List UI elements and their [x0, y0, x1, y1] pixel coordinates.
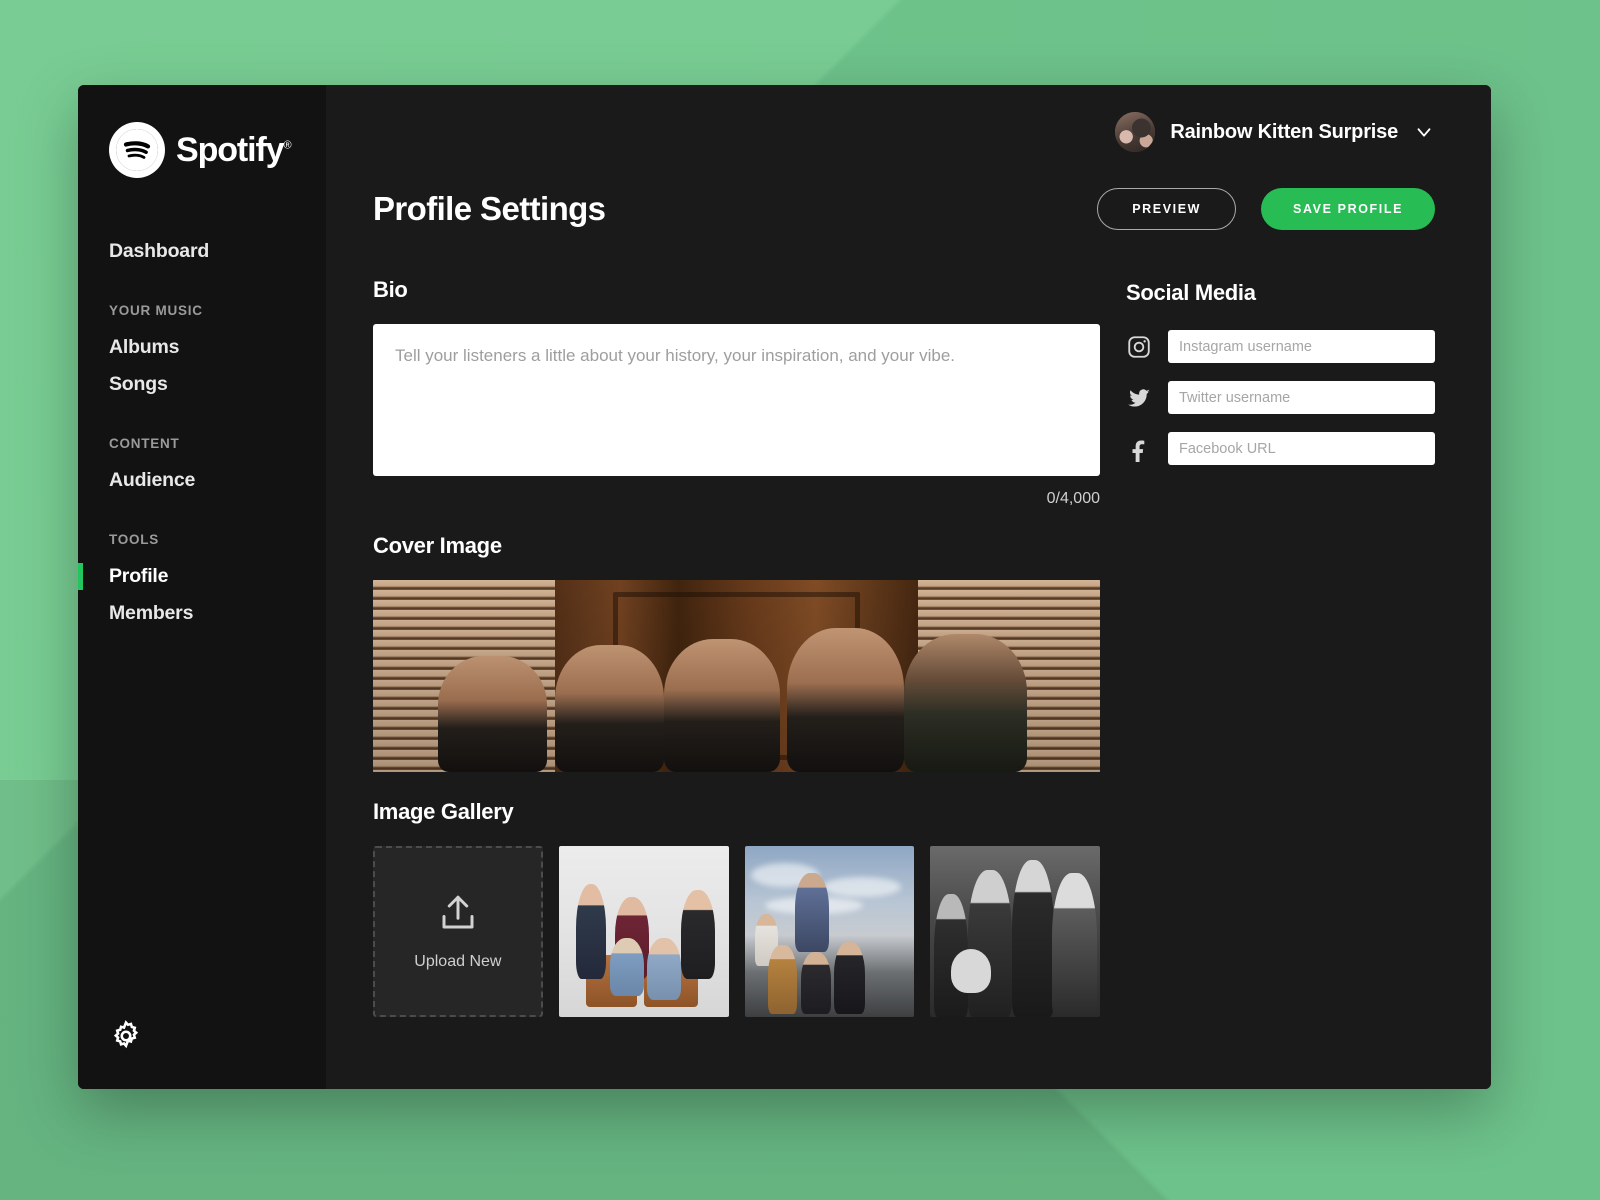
sidebar-footer [109, 1019, 143, 1053]
sidebar-nav: Dashboard YOUR MUSIC Albums Songs CONTEN… [78, 178, 326, 632]
sidebar-item-members[interactable]: Members [78, 595, 326, 632]
list-item[interactable] [558, 846, 729, 1017]
save-profile-button[interactable]: SAVE PROFILE [1261, 188, 1435, 230]
page-header: Profile Settings PREVIEW SAVE PROFILE [373, 152, 1491, 230]
sidebar-item-dashboard[interactable]: Dashboard [78, 233, 326, 270]
bio-section-title: Bio [373, 277, 408, 302]
spotify-logo[interactable]: Spotify® [78, 85, 326, 178]
gear-icon[interactable] [109, 1019, 143, 1053]
spotify-mark-icon [109, 122, 165, 178]
bio-textarea[interactable] [373, 324, 1100, 476]
social-row-instagram [1126, 330, 1435, 363]
social-row-facebook [1126, 432, 1435, 465]
social-fields [1126, 330, 1435, 465]
sidebar-item-songs[interactable]: Songs [78, 366, 326, 403]
upload-icon [437, 892, 479, 939]
social-row-twitter [1126, 381, 1435, 414]
preview-button[interactable]: PREVIEW [1097, 188, 1237, 230]
chevron-down-icon[interactable] [1413, 121, 1435, 143]
left-column: Bio 0/4,000 Cover Image Image Gallery [373, 277, 1101, 1017]
main-content: Rainbow Kitten Surprise Profile Settings… [326, 85, 1491, 1089]
header-actions: PREVIEW SAVE PROFILE [1097, 188, 1435, 230]
bio-character-counter: 0/4,000 [1046, 490, 1100, 507]
image-gallery-section-title: Image Gallery [373, 799, 514, 824]
settings-body: Bio 0/4,000 Cover Image Image Gallery [373, 230, 1491, 1017]
sidebar-item-albums[interactable]: Albums [78, 329, 326, 366]
account-name: Rainbow Kitten Surprise [1170, 120, 1398, 143]
cover-image[interactable] [373, 580, 1100, 772]
app-window: Spotify® Dashboard YOUR MUSIC Albums Son… [78, 85, 1491, 1089]
account-switcher[interactable]: Rainbow Kitten Surprise [1115, 112, 1435, 152]
topbar: Rainbow Kitten Surprise [373, 85, 1491, 152]
page-title: Profile Settings [373, 190, 606, 227]
social-media-panel: Social Media [1126, 277, 1435, 1017]
upload-new-label: Upload New [414, 953, 502, 970]
sidebar-group-tools: TOOLS [109, 532, 160, 547]
twitter-input[interactable] [1168, 381, 1435, 414]
sidebar: Spotify® Dashboard YOUR MUSIC Albums Son… [78, 85, 326, 1089]
sidebar-item-audience[interactable]: Audience [78, 462, 326, 499]
twitter-icon [1126, 385, 1152, 411]
upload-new-tile[interactable]: Upload New [373, 846, 543, 1017]
facebook-input[interactable] [1168, 432, 1435, 465]
avatar [1115, 112, 1156, 152]
list-item[interactable] [744, 846, 915, 1017]
spotify-wordmark: Spotify® [176, 130, 292, 169]
image-gallery: Upload New [373, 846, 1101, 1017]
instagram-icon [1126, 334, 1152, 360]
sidebar-item-profile[interactable]: Profile [78, 558, 326, 595]
sidebar-group-your-music: YOUR MUSIC [109, 303, 203, 318]
instagram-input[interactable] [1168, 330, 1435, 363]
facebook-icon [1126, 436, 1152, 462]
sidebar-group-content: CONTENT [109, 436, 180, 451]
list-item[interactable] [930, 846, 1101, 1017]
cover-image-section-title: Cover Image [373, 533, 502, 558]
social-media-title: Social Media [1126, 280, 1256, 305]
